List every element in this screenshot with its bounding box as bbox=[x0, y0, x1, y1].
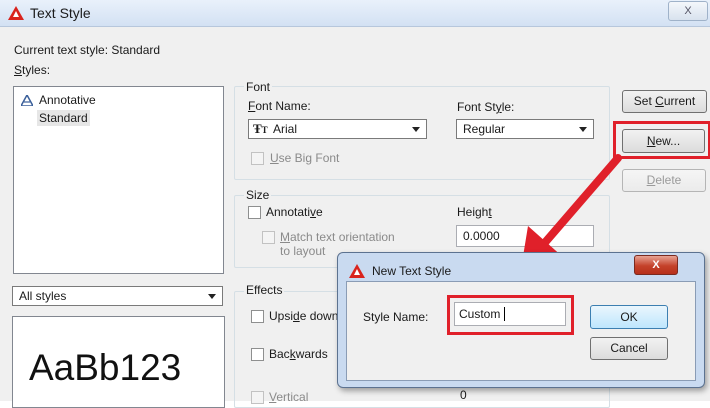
upside-down-checkbox[interactable] bbox=[251, 310, 264, 323]
annotative-icon bbox=[21, 95, 33, 106]
font-group-label: Font bbox=[244, 80, 273, 94]
font-name-label: Font Name: bbox=[248, 99, 311, 113]
window-title: Text Style bbox=[30, 5, 91, 21]
new-text-style-dialog: New Text Style X Style Name: Custom OK C… bbox=[337, 252, 705, 388]
cancel-button[interactable]: Cancel bbox=[590, 337, 668, 360]
window-close-button[interactable]: X bbox=[668, 1, 708, 21]
autocad-app-icon bbox=[8, 6, 24, 20]
font-style-select[interactable]: Regular bbox=[456, 119, 594, 139]
truetype-font-icon: ŦT bbox=[253, 121, 268, 136]
autocad-app-icon bbox=[349, 264, 365, 278]
delete-button[interactable]: Delete bbox=[622, 169, 706, 192]
backwards-checkbox[interactable] bbox=[251, 348, 264, 361]
vertical-label: Vertical bbox=[269, 390, 309, 404]
chevron-down-icon bbox=[579, 127, 587, 132]
annotative-checkbox[interactable] bbox=[248, 206, 261, 219]
height-value: 0.0000 bbox=[463, 229, 500, 243]
style-name-label: Style Name: bbox=[363, 310, 429, 324]
new-button[interactable]: New... bbox=[622, 129, 705, 153]
styles-label: Styles: bbox=[14, 63, 51, 77]
backwards-label: Backwards bbox=[269, 347, 328, 361]
font-style-label: Font Style: bbox=[457, 100, 515, 114]
annotative-label: Annotative bbox=[266, 205, 323, 219]
window-titlebar bbox=[0, 0, 710, 27]
styles-filter-select[interactable]: All styles bbox=[12, 286, 223, 306]
font-style-value: Regular bbox=[463, 122, 506, 136]
dialog-client-area: Style Name: Custom OK Cancel bbox=[346, 281, 696, 381]
preview-text: AaBb123 bbox=[29, 347, 182, 388]
style-preview-panel: AaBb123 bbox=[12, 316, 225, 408]
style-item-annotative[interactable]: Annotative bbox=[39, 93, 96, 107]
match-orientation-checkbox[interactable] bbox=[262, 231, 275, 244]
size-group-label: Size bbox=[244, 188, 272, 202]
font-name-select[interactable]: ŦT Arial bbox=[248, 119, 427, 139]
use-big-font-label: Use Big Font bbox=[270, 151, 340, 165]
text-cursor bbox=[504, 307, 505, 321]
current-style-label: Current text style: Standard bbox=[14, 43, 161, 57]
vertical-checkbox[interactable] bbox=[251, 391, 264, 404]
font-name-value: Arial bbox=[273, 122, 298, 136]
style-item-standard[interactable]: Standard bbox=[37, 110, 90, 126]
set-current-button[interactable]: Set Current bbox=[622, 90, 707, 113]
oblique-value: 0 bbox=[460, 388, 467, 402]
effects-group-label: Effects bbox=[244, 283, 285, 297]
style-name-value: Custom bbox=[459, 307, 501, 321]
height-label: Height bbox=[457, 205, 492, 219]
chevron-down-icon bbox=[412, 127, 420, 132]
styles-filter-value: All styles bbox=[19, 289, 67, 303]
dialog-title: New Text Style bbox=[372, 264, 452, 278]
ok-button[interactable]: OK bbox=[590, 305, 668, 329]
dialog-close-button[interactable]: X bbox=[634, 255, 678, 275]
upside-down-label: Upside down bbox=[269, 309, 339, 323]
style-name-input[interactable]: Custom bbox=[454, 302, 566, 326]
use-big-font-checkbox[interactable] bbox=[251, 152, 264, 165]
chevron-down-icon bbox=[208, 294, 216, 299]
styles-list[interactable]: Annotative Standard bbox=[13, 86, 224, 274]
